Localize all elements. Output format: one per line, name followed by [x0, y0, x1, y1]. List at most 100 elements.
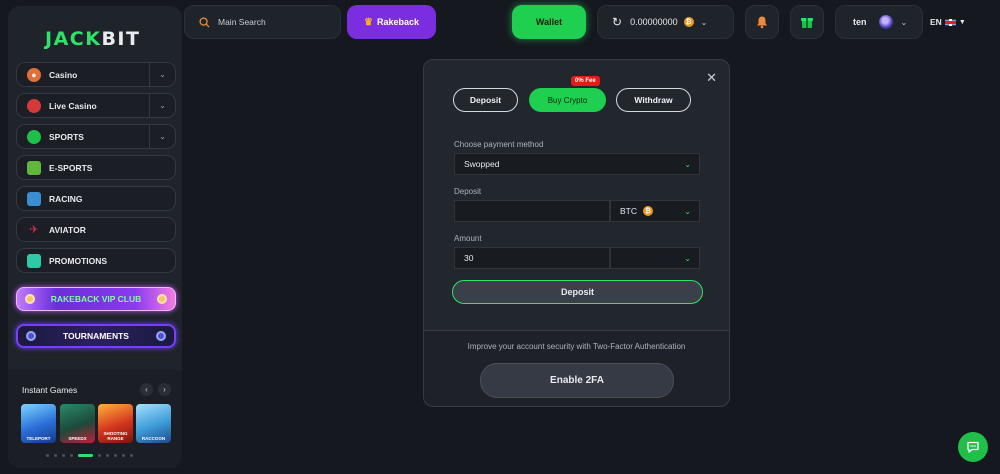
deposit-currency-select[interactable]: BTC ₿ ⌄ — [610, 200, 700, 222]
chevron-down-icon[interactable]: ⌄ — [149, 125, 175, 148]
chevron-down-icon: ⌄ — [700, 17, 708, 27]
sidebar-item-label: SPORTS — [49, 131, 84, 142]
tournaments-label: TOURNAMENTS — [63, 331, 129, 341]
page-dot[interactable] — [98, 454, 101, 457]
chevron-left-icon[interactable]: ‹ — [140, 383, 153, 396]
instant-games-panel: Instant Games ‹ › TELEPORT SPEEDX SHOOTI… — [8, 370, 182, 468]
sidebar: JACKBIT ● Casino ⌄ Live Casino ⌄ SPORTS … — [8, 6, 182, 468]
rewards-button[interactable] — [790, 5, 824, 39]
refresh-icon[interactable]: ↻ — [612, 15, 622, 29]
page-dot-active[interactable] — [78, 454, 93, 457]
rakeback-label: Rakeback — [376, 17, 419, 27]
promotions-icon — [27, 253, 41, 268]
game-tile-speedx[interactable]: SPEEDX — [60, 404, 95, 443]
sports-icon — [27, 129, 41, 144]
user-menu[interactable]: ten ⌄ — [835, 5, 923, 39]
notifications-button[interactable] — [745, 5, 779, 39]
payment-method-label: Choose payment method — [454, 140, 544, 149]
game-tile-teleport[interactable]: TELEPORT — [21, 404, 56, 443]
sidebar-item-racing[interactable]: RACING — [16, 186, 176, 211]
game-tile-raccoon[interactable]: RACCOON — [136, 404, 171, 443]
amount-currency-select[interactable]: ⌄ — [610, 247, 700, 269]
enable-2fa-button[interactable]: Enable 2FA — [480, 363, 674, 398]
payment-method-select[interactable]: Swopped ⌄ — [454, 153, 700, 175]
uk-flag-icon — [944, 18, 956, 26]
balance-amount: 0.00000000 — [630, 17, 678, 27]
logo-text-jack: JACK — [45, 28, 102, 50]
chevron-down-icon: ⌄ — [684, 159, 691, 169]
language-selector[interactable]: EN ▼ — [930, 17, 966, 27]
main-search[interactable]: Main Search — [184, 5, 341, 39]
logo[interactable]: JACKBIT — [45, 28, 140, 50]
casino-icon: ● — [27, 67, 41, 82]
gem-icon — [26, 331, 36, 341]
coin-icon — [25, 294, 35, 304]
balance-selector[interactable]: ↻ 0.00000000 ₿ ⌄ — [597, 5, 734, 39]
sidebar-item-label: AVIATOR — [49, 224, 86, 235]
wallet-modal: ✕ Deposit Buy Crypto 0% Fee Withdraw Cho… — [423, 59, 730, 407]
sidebar-item-casino[interactable]: ● Casino ⌄ — [16, 62, 176, 87]
page-dot[interactable] — [70, 454, 73, 457]
wallet-button[interactable]: Wallet — [512, 5, 586, 39]
chevron-down-icon[interactable]: ⌄ — [149, 63, 175, 86]
coin-icon — [157, 294, 167, 304]
chevron-down-icon: ⌄ — [684, 253, 691, 263]
sidebar-item-label: E-SPORTS — [49, 162, 93, 173]
username: ten — [853, 17, 867, 27]
vip-club-label: RAKEBACK VIP CLUB — [50, 294, 142, 304]
sidebar-item-live-casino[interactable]: Live Casino ⌄ — [16, 93, 176, 118]
sidebar-item-promotions[interactable]: PROMOTIONS — [16, 248, 176, 273]
currency-code: BTC — [620, 206, 637, 216]
carousel-pagination — [46, 454, 133, 457]
page-dot[interactable] — [130, 454, 133, 457]
page-dot[interactable] — [122, 454, 125, 457]
chat-icon — [967, 441, 979, 453]
game-title: SHOOTING RANGE — [103, 431, 128, 441]
game-tile-shooting-range[interactable]: SHOOTING RANGE — [98, 404, 133, 443]
page-dot[interactable] — [106, 454, 109, 457]
close-icon[interactable]: ✕ — [706, 70, 717, 86]
sidebar-item-aviator[interactable]: ✈ AVIATOR — [16, 217, 176, 242]
aviator-icon: ✈ — [29, 224, 39, 236]
logo-text-bit: BIT — [101, 28, 141, 50]
tab-deposit[interactable]: Deposit — [453, 88, 518, 112]
caret-down-icon: ▼ — [958, 18, 966, 26]
fee-badge: 0% Fee — [571, 76, 600, 86]
bitcoin-icon: ₿ — [683, 17, 694, 27]
instant-games-title: Instant Games — [22, 385, 78, 395]
sidebar-item-label: Casino — [49, 69, 78, 80]
deposit-amount-input[interactable] — [454, 200, 610, 222]
sidebar-item-label: Live Casino — [49, 100, 97, 111]
sidebar-item-esports[interactable]: E-SPORTS — [16, 155, 176, 180]
bitcoin-icon: ₿ — [643, 206, 653, 216]
sidebar-item-label: RACING — [49, 193, 83, 204]
live-chat-button[interactable] — [958, 432, 988, 462]
page-dot[interactable] — [114, 454, 117, 457]
chevron-right-icon[interactable]: › — [158, 383, 171, 396]
esports-icon — [27, 160, 41, 175]
sidebar-item-sports[interactable]: SPORTS ⌄ — [16, 124, 176, 149]
sidebar-item-label: PROMOTIONS — [49, 255, 108, 266]
page-dot[interactable] — [46, 454, 49, 457]
rakeback-button[interactable]: ♛ Rakeback — [347, 5, 436, 39]
two-factor-section: Improve your account security with Two-F… — [424, 331, 729, 406]
rakeback-vip-club-banner[interactable]: RAKEBACK VIP CLUB — [16, 287, 176, 311]
amount-input[interactable]: 30 — [454, 247, 610, 269]
racing-icon — [27, 191, 41, 206]
avatar — [878, 15, 893, 29]
two-factor-prompt: Improve your account security with Two-F… — [467, 342, 686, 351]
language-code: EN — [930, 17, 942, 27]
gift-icon — [801, 18, 813, 28]
chevron-down-icon[interactable]: ⌄ — [149, 94, 175, 117]
tournaments-banner[interactable]: TOURNAMENTS — [16, 324, 176, 348]
crown-icon: ♛ — [364, 16, 373, 28]
tab-withdraw[interactable]: Withdraw — [616, 88, 691, 112]
bell-icon — [757, 16, 767, 29]
deposit-submit-button[interactable]: Deposit — [452, 280, 703, 304]
page-dot[interactable] — [62, 454, 65, 457]
search-icon — [199, 16, 210, 28]
chevron-down-icon: ⌄ — [900, 17, 908, 27]
tab-buy-crypto[interactable]: Buy Crypto — [529, 88, 606, 112]
game-title: TELEPORT — [26, 436, 51, 441]
page-dot[interactable] — [54, 454, 57, 457]
